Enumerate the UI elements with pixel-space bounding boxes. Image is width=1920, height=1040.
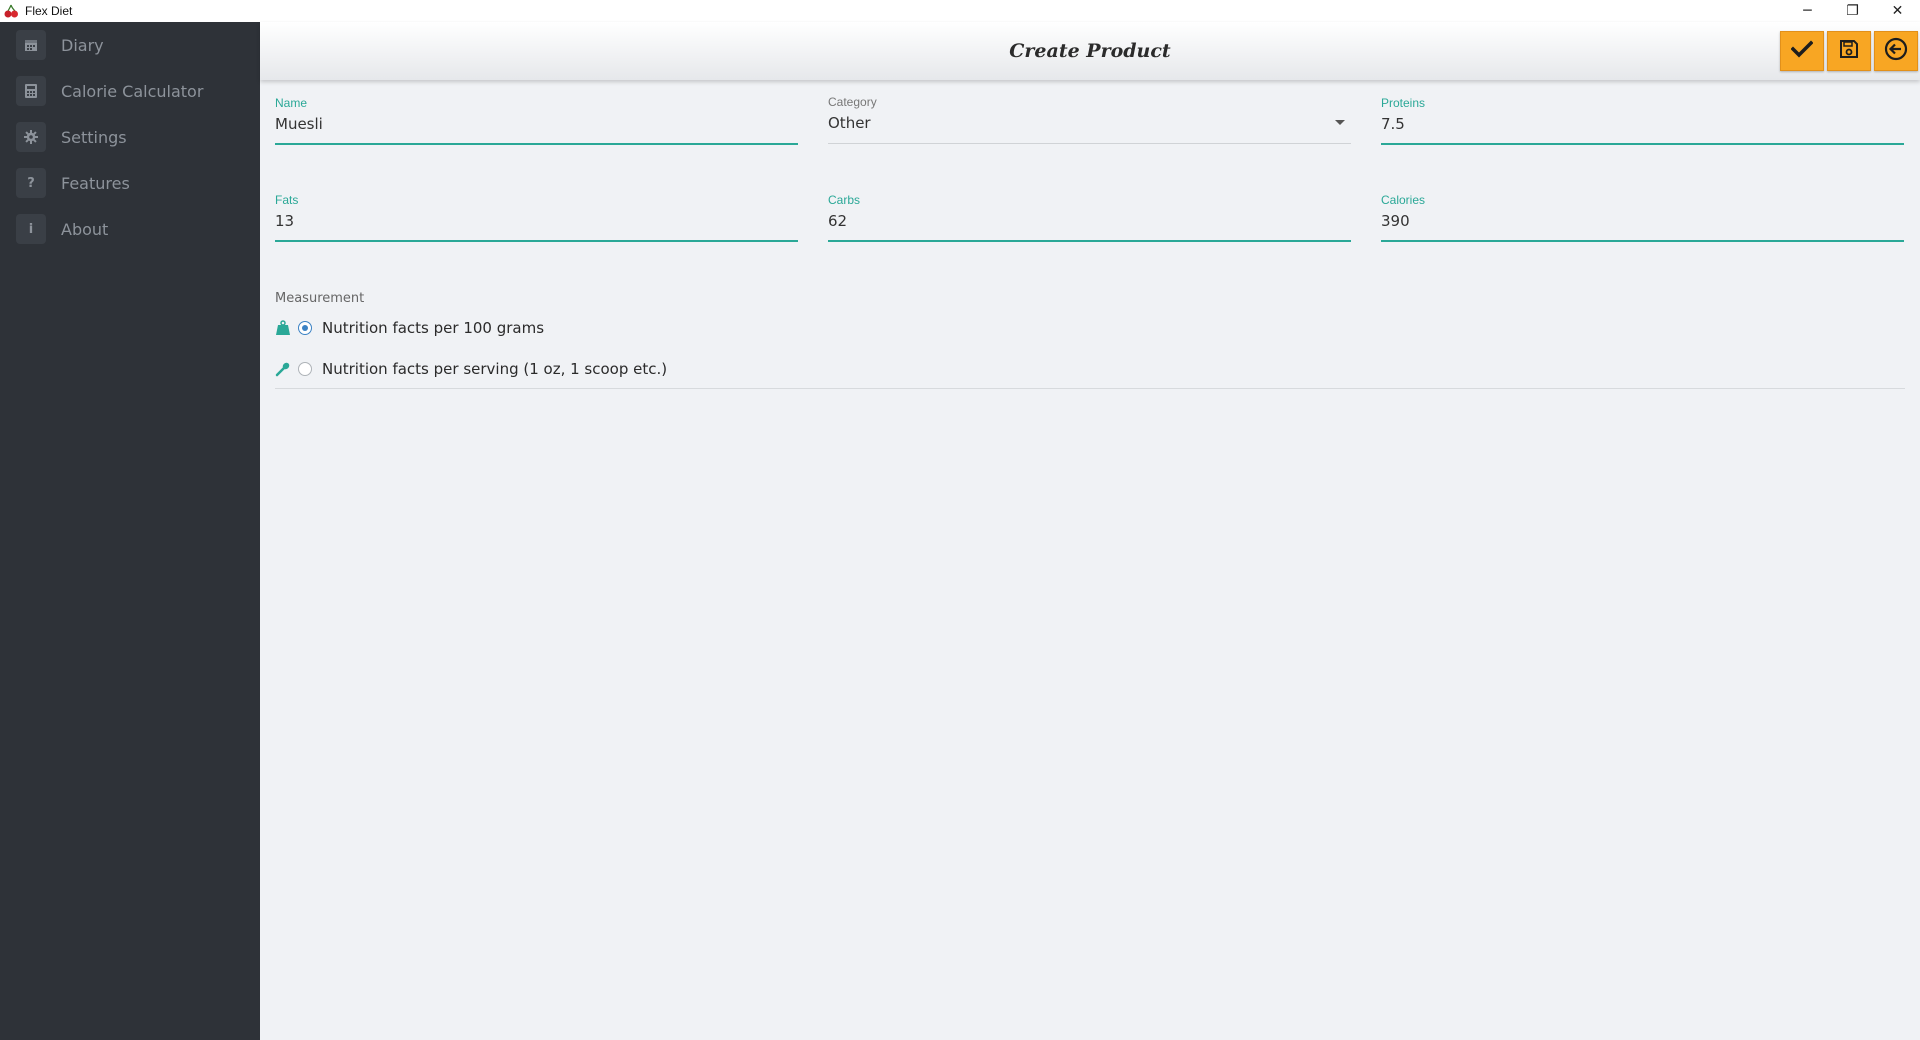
save-button[interactable] (1827, 31, 1871, 71)
category-field: Category Other (828, 95, 1351, 144)
header-actions (1780, 31, 1918, 71)
sidebar-item-label: Calorie Calculator (61, 81, 204, 101)
page-header: Create Product (260, 22, 1920, 80)
divider (275, 388, 1905, 389)
cherry-icon (3, 2, 21, 20)
spoon-icon (275, 361, 291, 377)
weight-icon (275, 320, 291, 336)
category-select[interactable]: Other (828, 114, 1351, 144)
name-label: Name (275, 96, 308, 110)
carbs-input[interactable]: 62 (828, 212, 1351, 242)
fats-label: Fats (275, 193, 299, 207)
window-title: Flex Diet (25, 4, 73, 18)
measurement-option-100-grams[interactable]: Nutrition facts per 100 grams (275, 317, 544, 339)
sidebar-item-settings[interactable]: Settings (0, 114, 260, 160)
save-icon (1839, 39, 1859, 63)
radio-button[interactable] (298, 321, 312, 335)
proteins-field: Proteins 7.5 (1381, 96, 1904, 145)
sidebar-item-about[interactable]: i About (0, 206, 260, 252)
page-title: Create Product (1009, 40, 1171, 62)
name-input[interactable]: Muesli (275, 115, 798, 145)
calendar-icon (16, 30, 46, 60)
sidebar: Diary Calorie Calculator Settings ? Feat… (0, 22, 260, 1040)
category-label: Category (828, 95, 877, 109)
measurement-option-per-serving[interactable]: Nutrition facts per serving (1 oz, 1 sco… (275, 358, 667, 380)
radio-label: Nutrition facts per 100 grams (322, 319, 545, 337)
info-icon: i (16, 214, 46, 244)
sidebar-item-label: Diary (61, 35, 104, 55)
calories-label: Calories (1381, 193, 1426, 207)
question-icon: ? (16, 168, 46, 198)
proteins-label: Proteins (1381, 96, 1426, 110)
measurement-label: Measurement (275, 291, 365, 306)
calories-field: Calories 390 (1381, 193, 1904, 242)
name-field: Name Muesli (275, 96, 798, 145)
gear-icon (16, 122, 46, 152)
window-controls: ─ ❐ ✕ (1785, 0, 1920, 22)
carbs-label: Carbs (828, 193, 861, 207)
calculator-icon (16, 76, 46, 106)
back-arrow-icon (1884, 37, 1908, 65)
restore-button[interactable]: ❐ (1830, 0, 1875, 22)
confirm-button[interactable] (1780, 31, 1824, 71)
sidebar-item-diary[interactable]: Diary (0, 22, 260, 68)
fats-field: Fats 13 (275, 193, 798, 242)
carbs-field: Carbs 62 (828, 193, 1351, 242)
sidebar-item-calorie-calculator[interactable]: Calorie Calculator (0, 68, 260, 114)
proteins-input[interactable]: 7.5 (1381, 115, 1904, 145)
calories-input[interactable]: 390 (1381, 212, 1904, 242)
minimize-icon: ─ (1803, 3, 1812, 19)
check-icon (1790, 40, 1814, 62)
sidebar-item-features[interactable]: ? Features (0, 160, 260, 206)
sidebar-item-label: About (61, 219, 109, 239)
radio-label: Nutrition facts per serving (1 oz, 1 sco… (322, 360, 668, 378)
radio-button[interactable] (298, 362, 312, 376)
sidebar-item-label: Features (61, 173, 130, 193)
close-icon: ✕ (1891, 3, 1904, 19)
radio-dot (302, 325, 308, 331)
window-titlebar: Flex Diet ─ ❐ ✕ (0, 0, 1920, 22)
minimize-button[interactable]: ─ (1785, 0, 1830, 22)
restore-icon: ❐ (1846, 3, 1859, 19)
fats-input[interactable]: 13 (275, 212, 798, 242)
category-value: Other (828, 114, 871, 132)
sidebar-item-label: Settings (61, 127, 127, 147)
close-button[interactable]: ✕ (1875, 0, 1920, 22)
chevron-down-icon (1335, 120, 1345, 125)
back-button[interactable] (1874, 31, 1918, 71)
